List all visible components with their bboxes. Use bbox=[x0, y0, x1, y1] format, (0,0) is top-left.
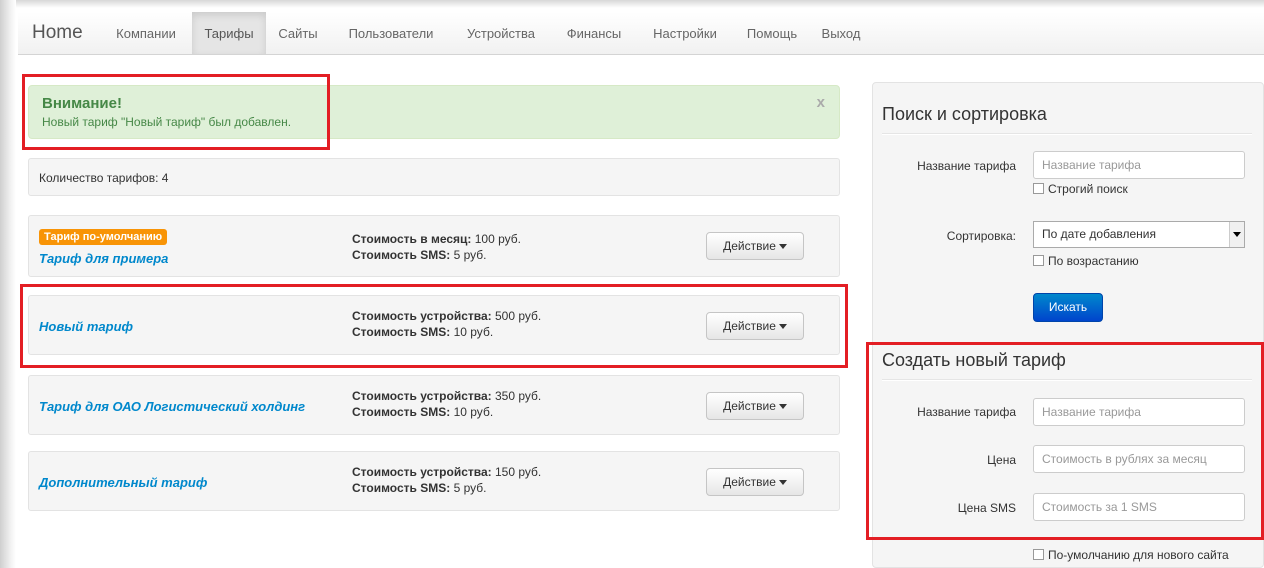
tariff-count-text: Количество тарифов: 4 bbox=[39, 171, 169, 185]
tariff-price-line: Стоимость устройства: 350 руб. bbox=[352, 389, 541, 403]
action-button-label: Действие bbox=[723, 475, 776, 489]
nav-item-help[interactable]: Помощь bbox=[738, 12, 806, 54]
nav-item-users[interactable]: Пользователи bbox=[336, 12, 446, 54]
tariff-sms-value: 5 руб. bbox=[450, 481, 487, 495]
action-button-label: Действие bbox=[723, 239, 776, 253]
tariff-sms-line: Стоимость SMS: 10 руб. bbox=[352, 405, 493, 419]
tariff-sms-line: Стоимость SMS: 5 руб. bbox=[352, 481, 486, 495]
nav-item-devices[interactable]: Устройства bbox=[454, 12, 548, 54]
create-name-input[interactable]: Название тарифа bbox=[1033, 398, 1245, 426]
sort-select-value: По дате добавления bbox=[1042, 227, 1156, 241]
nav-item-tariffs[interactable]: Тарифы bbox=[192, 12, 266, 54]
tariff-price-line: Стоимость в месяц: 100 руб. bbox=[352, 232, 521, 246]
tariff-row-additional: Дополнительный тариф Стоимость устройств… bbox=[28, 451, 840, 511]
tariff-row-logistics: Тариф для ОАО Логистический холдинг Стои… bbox=[28, 375, 840, 435]
action-dropdown-button[interactable]: Действие bbox=[706, 312, 804, 340]
tariff-sms-label: Стоимость SMS: bbox=[352, 248, 451, 262]
search-name-input[interactable]: Название тарифа bbox=[1033, 151, 1245, 179]
sort-label: Сортировка: bbox=[946, 229, 1016, 243]
sort-select[interactable]: По дате добавления bbox=[1033, 221, 1245, 248]
tariff-sms-label: Стоимость SMS: bbox=[352, 405, 451, 419]
action-button-label: Действие bbox=[723, 319, 776, 333]
create-sms-input[interactable]: Стоимость за 1 SMS bbox=[1033, 493, 1245, 521]
alert-title: Внимание! bbox=[42, 95, 122, 112]
success-alert: Внимание! Новый тариф "Новый тариф" был … bbox=[28, 85, 840, 139]
tariff-price-label: Стоимость устройства: bbox=[352, 309, 492, 323]
tariff-price-value: 500 руб. bbox=[491, 309, 542, 323]
tariff-price-value: 350 руб. bbox=[491, 389, 542, 403]
checkbox-icon bbox=[1033, 255, 1044, 266]
search-name-label: Название тарифа bbox=[917, 159, 1016, 173]
nav-item-finance[interactable]: Финансы bbox=[556, 12, 632, 54]
checkbox-icon bbox=[1033, 549, 1044, 560]
window-shadow-left bbox=[0, 0, 16, 568]
top-navbar: Home Компании Тарифы Сайты Пользователи … bbox=[18, 12, 1264, 55]
tariff-price-line: Стоимость устройства: 150 руб. bbox=[352, 465, 541, 479]
tariff-name-link[interactable]: Новый тариф bbox=[39, 319, 133, 334]
tariff-price-value: 150 руб. bbox=[491, 465, 542, 479]
tariff-row-new: Новый тариф Стоимость устройства: 500 ру… bbox=[28, 295, 840, 355]
action-dropdown-button[interactable]: Действие bbox=[706, 232, 804, 260]
alert-message: Новый тариф "Новый тариф" был добавлен. bbox=[42, 115, 292, 129]
caret-down-icon bbox=[778, 244, 787, 250]
tariff-sms-label: Стоимость SMS: bbox=[352, 481, 451, 495]
search-button[interactable]: Искать bbox=[1033, 293, 1103, 322]
create-price-label: Цена bbox=[987, 453, 1016, 467]
nav-item-companies[interactable]: Компании bbox=[102, 12, 190, 54]
tariff-name-link[interactable]: Дополнительный тариф bbox=[39, 475, 207, 490]
tariff-price-label: Стоимость в месяц: bbox=[352, 232, 472, 246]
action-button-label: Действие bbox=[723, 399, 776, 413]
create-name-label: Название тарифа bbox=[917, 405, 1016, 419]
action-dropdown-button[interactable]: Действие bbox=[706, 468, 804, 496]
strict-search-checkbox[interactable]: Строгий поиск bbox=[1033, 182, 1128, 196]
tariff-sms-label: Стоимость SMS: bbox=[352, 325, 451, 339]
create-price-input[interactable]: Стоимость в рублях за месяц bbox=[1033, 445, 1245, 473]
create-divider bbox=[882, 379, 1252, 381]
tariff-price-line: Стоимость устройства: 500 руб. bbox=[352, 309, 541, 323]
tariff-sms-value: 10 руб. bbox=[450, 405, 494, 419]
nav-item-sites[interactable]: Сайты bbox=[268, 12, 328, 54]
nav-brand-home[interactable]: Home bbox=[32, 12, 83, 54]
ascending-label: По возрастанию bbox=[1048, 254, 1139, 268]
nav-item-settings[interactable]: Настройки bbox=[640, 12, 730, 54]
caret-down-icon bbox=[778, 480, 787, 486]
tariff-name-link[interactable]: Тариф для примера bbox=[39, 251, 168, 266]
nav-item-logout[interactable]: Выход bbox=[814, 12, 868, 54]
default-tariff-badge: Тариф по-умолчанию bbox=[39, 229, 168, 245]
tariff-sms-line: Стоимость SMS: 10 руб. bbox=[352, 325, 493, 339]
alert-close-icon[interactable]: x bbox=[817, 94, 825, 111]
default-for-new-site-checkbox[interactable]: По-умолчанию для нового сайта bbox=[1033, 548, 1229, 562]
tariff-count-well: Количество тарифов: 4 bbox=[28, 158, 840, 196]
search-divider bbox=[882, 133, 1252, 135]
ascending-checkbox[interactable]: По возрастанию bbox=[1033, 254, 1139, 268]
tariff-sms-value: 10 руб. bbox=[450, 325, 494, 339]
create-heading: Создать новый тариф bbox=[882, 350, 1066, 370]
tariff-price-label: Стоимость устройства: bbox=[352, 465, 492, 479]
create-sms-label: Цена SMS bbox=[957, 501, 1016, 515]
tariff-name-link[interactable]: Тариф для ОАО Логистический холдинг bbox=[39, 399, 305, 414]
strict-search-label: Строгий поиск bbox=[1048, 182, 1128, 196]
checkbox-icon bbox=[1033, 183, 1044, 194]
tariff-price-label: Стоимость устройства: bbox=[352, 389, 492, 403]
search-heading: Поиск и сортировка bbox=[882, 104, 1047, 124]
window-shadow-top bbox=[0, 0, 1264, 8]
tariff-sms-line: Стоимость SMS: 5 руб. bbox=[352, 248, 486, 262]
tariff-sms-value: 5 руб. bbox=[450, 248, 487, 262]
sidebar-panel: Поиск и сортировка Название тарифа Назва… bbox=[872, 82, 1264, 568]
dropdown-arrow-icon bbox=[1229, 222, 1244, 247]
caret-down-icon bbox=[778, 324, 787, 330]
default-for-new-site-label: По-умолчанию для нового сайта bbox=[1048, 548, 1229, 562]
action-dropdown-button[interactable]: Действие bbox=[706, 392, 804, 420]
caret-down-icon bbox=[778, 404, 787, 410]
tariff-price-value: 100 руб. bbox=[471, 232, 521, 246]
tariff-row-example: Тариф по-умолчанию Тариф для примера Сто… bbox=[28, 215, 840, 277]
